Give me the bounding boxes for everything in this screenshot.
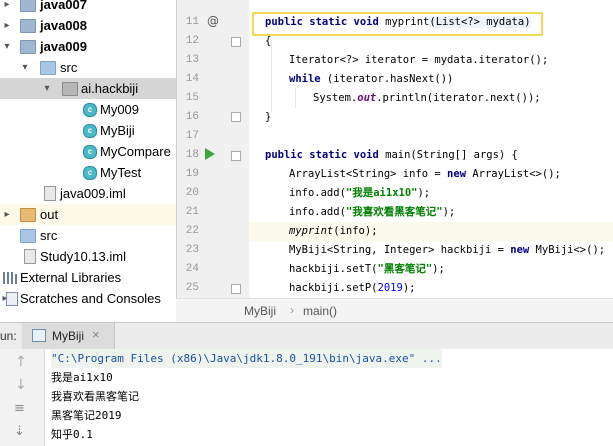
project-tree: ▸ java007 ▸ java008 ▾ java009 ▾ src ▾ ai… — [0, 0, 176, 322]
chevron-down-icon[interactable]: ▾ — [20, 57, 30, 78]
scroll-to-end-icon[interactable]: ⇣ — [14, 424, 25, 439]
tree-item-java007[interactable]: ▸ java007 — [0, 0, 176, 15]
source-folder-icon — [40, 61, 56, 75]
editor-gutter: 11 12 13 14 15 16 17 18 19 20 21 22 23 2… — [176, 0, 250, 322]
run-tab[interactable]: MyBiji × — [22, 323, 115, 349]
code-line-16: } — [265, 111, 272, 123]
code-line-13: Iterator<?> iterator = mydata.iterator()… — [289, 54, 549, 66]
indent-guide — [271, 40, 272, 112]
code-line-23: MyBiji<String, Integer> hackbiji = new M… — [289, 244, 606, 256]
code-line-15: System.out.println(iterator.next()); — [313, 92, 541, 104]
code-line-19: ArrayList<String> info = new ArrayList<>… — [289, 168, 561, 180]
fold-icon[interactable] — [231, 37, 241, 47]
run-tool-window-header: un: MyBiji × — [0, 322, 613, 350]
run-config-icon — [32, 329, 46, 342]
class-icon: c — [83, 166, 97, 180]
code-editor[interactable]: public static void myprint(List<?> mydat… — [249, 0, 613, 298]
iml-file-icon — [44, 186, 56, 201]
console-line: 黑客笔记2019 — [51, 409, 122, 422]
code-line-25: hackbiji.setP(2019); — [289, 282, 416, 294]
code-line-14: while (iterator.hasNext()) — [289, 73, 454, 85]
soft-wrap-icon[interactable]: ≡ — [14, 401, 25, 416]
console-command-line: "C:\Program Files (x86)\Java\jdk1.8.0_19… — [51, 349, 442, 368]
console-line: 知乎0.1 — [51, 428, 93, 441]
tree-item-src-root[interactable]: src — [0, 225, 176, 246]
arrow-down-icon[interactable]: ↓ — [15, 377, 27, 393]
module-folder-icon — [20, 0, 36, 12]
code-line-20: info.add("我是ai1x10"); — [289, 187, 431, 199]
code-line-24: hackbiji.setT("黑客笔记"); — [289, 263, 445, 275]
tree-item-class-my009[interactable]: c My009 — [0, 99, 176, 120]
module-folder-icon — [20, 40, 36, 54]
code-line-21: info.add("我喜欢看黑客笔记"); — [289, 206, 456, 218]
run-label: un: — [0, 329, 17, 343]
fold-icon[interactable] — [231, 112, 241, 122]
run-gutter-icon[interactable] — [205, 148, 215, 160]
tree-item-java008[interactable]: ▸ java008 — [0, 15, 176, 36]
console-line: 我是ai1x10 — [51, 371, 113, 384]
class-icon: c — [83, 145, 97, 159]
override-marker-icon[interactable]: @ — [207, 14, 219, 28]
tree-item-study-iml[interactable]: Study10.13.iml — [0, 246, 176, 267]
tree-item-out[interactable]: ▸ out — [0, 204, 176, 225]
source-folder-icon — [20, 229, 36, 243]
arrow-up-icon[interactable]: ↑ — [15, 354, 27, 370]
breadcrumb-item-method[interactable]: main() — [303, 304, 337, 318]
run-tools-sidebar: ↑ ↓ ≡ ⇣ — [0, 349, 45, 446]
code-line-18: public static void main(String[] args) { — [265, 149, 518, 161]
console-line: 我喜欢看黑客笔记 — [51, 390, 139, 403]
fold-icon[interactable] — [231, 284, 241, 294]
tree-item-external-libraries[interactable]: External Libraries — [0, 267, 176, 288]
tree-item-class-mycompare[interactable]: c MyCompare — [0, 141, 176, 162]
breadcrumb: MyBiji › main() — [176, 298, 613, 323]
chevron-right-icon[interactable]: ▸ — [2, 15, 12, 36]
chevron-down-icon[interactable]: ▾ — [2, 36, 12, 57]
tree-item-java009-iml[interactable]: java009.iml — [0, 183, 176, 204]
tree-item-src[interactable]: ▾ src — [0, 57, 176, 78]
libraries-icon — [3, 271, 17, 284]
class-icon: c — [83, 103, 97, 117]
tree-item-package[interactable]: ▾ ai.hackbiji — [0, 78, 176, 99]
iml-file-icon — [24, 249, 36, 264]
tree-item-class-mytest[interactable]: c MyTest — [0, 162, 176, 183]
chevron-down-icon[interactable]: ▾ — [42, 78, 52, 99]
tree-item-java009[interactable]: ▾ java009 — [0, 36, 176, 57]
class-icon: c — [83, 124, 97, 138]
fold-icon[interactable] — [231, 151, 241, 161]
close-icon[interactable]: × — [92, 327, 100, 342]
breadcrumb-separator-icon: › — [290, 303, 294, 317]
tree-item-class-mybiji[interactable]: c MyBiji — [0, 120, 176, 141]
module-folder-icon — [20, 19, 36, 33]
output-folder-icon — [20, 208, 36, 222]
tree-item-scratches[interactable]: ▸ Scratches and Consoles — [0, 288, 176, 309]
signature-highlight-box — [252, 12, 543, 36]
code-line-22-current: myprint(info); — [249, 222, 613, 241]
breadcrumb-item-class[interactable]: MyBiji — [244, 304, 276, 318]
chevron-right-icon[interactable]: ▸ — [2, 204, 12, 225]
indent-guide — [295, 88, 296, 108]
chevron-right-icon[interactable]: ▸ — [2, 0, 12, 15]
package-icon — [62, 82, 78, 96]
scratches-icon — [6, 292, 18, 306]
console-output[interactable]: "C:\Program Files (x86)\Java\jdk1.8.0_19… — [45, 349, 613, 446]
